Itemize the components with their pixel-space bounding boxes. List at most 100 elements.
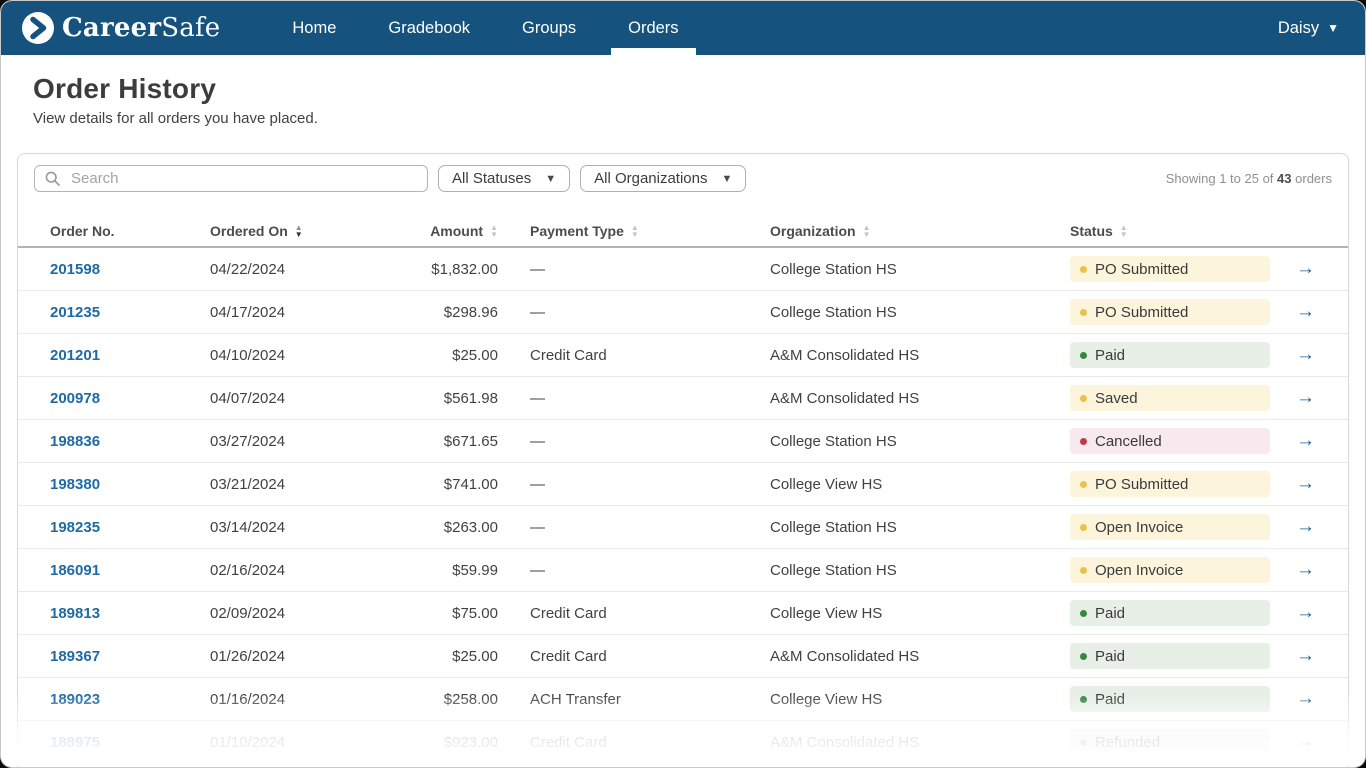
status-badge: Open Invoice [1070, 514, 1270, 540]
payment-type-cell: — [498, 261, 754, 278]
organization-cell: College View HS [754, 476, 1054, 493]
actions-cell: → [1270, 258, 1348, 280]
ordered-on-cell: 04/07/2024 [194, 390, 354, 407]
amount-cell: $258.00 [354, 691, 498, 708]
status-cell: PO Submitted [1054, 471, 1270, 497]
column-label: Amount [430, 223, 483, 239]
order-number-link[interactable]: 189813 [50, 605, 100, 622]
status-badge: Paid [1070, 643, 1270, 669]
view-order-arrow-icon[interactable]: → [1296, 258, 1315, 279]
status-filter-dropdown[interactable]: All Statuses ▼ [438, 165, 570, 192]
column-header-ordered-on[interactable]: Ordered On▲▼ [194, 223, 354, 239]
app-window: CareerSafe HomeGradebookGroupsOrders Dai… [0, 0, 1366, 768]
status-badge: PO Submitted [1070, 256, 1270, 282]
search-input[interactable] [34, 165, 428, 192]
organization-filter-dropdown[interactable]: All Organizations ▼ [580, 165, 746, 192]
status-dot-icon [1080, 438, 1087, 445]
actions-cell: → [1270, 516, 1348, 538]
column-header-organization[interactable]: Organization▲▼ [754, 223, 1054, 239]
status-dot-icon [1080, 395, 1087, 402]
view-order-arrow-icon[interactable]: → [1296, 344, 1315, 365]
results-total: 43 [1277, 171, 1291, 186]
table-row: 18981302/09/2024$75.00Credit CardCollege… [18, 592, 1348, 635]
status-badge: Refunded [1070, 729, 1270, 755]
column-header-status[interactable]: Status▲▼ [1054, 223, 1270, 239]
actions-cell: → [1270, 731, 1348, 753]
nav-item-gradebook[interactable]: Gradebook [362, 1, 496, 55]
ordered-on-cell: 02/16/2024 [194, 562, 354, 579]
view-order-arrow-icon[interactable]: → [1296, 387, 1315, 408]
status-label: Refunded [1095, 734, 1160, 751]
organization-cell: A&M Consolidated HS [754, 390, 1054, 407]
column-header-amount[interactable]: Amount▲▼ [354, 223, 498, 239]
order-number-link[interactable]: 201598 [50, 261, 100, 278]
ordered-on-cell: 03/21/2024 [194, 476, 354, 493]
view-order-arrow-icon[interactable]: → [1296, 602, 1315, 623]
order-no-cell: 198836 [34, 433, 194, 450]
view-order-arrow-icon[interactable]: → [1296, 731, 1315, 752]
table-row: 20097804/07/2024$561.98—A&M Consolidated… [18, 377, 1348, 420]
view-order-arrow-icon[interactable]: → [1296, 516, 1315, 537]
ordered-on-cell: 01/16/2024 [194, 691, 354, 708]
status-badge: Open Invoice [1070, 557, 1270, 583]
view-order-arrow-icon[interactable]: → [1296, 688, 1315, 709]
nav-item-home[interactable]: Home [266, 1, 362, 55]
orders-table: Order No.Ordered On▲▼Amount▲▼Payment Typ… [18, 216, 1348, 764]
ordered-on-cell: 04/10/2024 [194, 347, 354, 364]
table-row: 20120104/10/2024$25.00Credit CardA&M Con… [18, 334, 1348, 377]
view-order-arrow-icon[interactable]: → [1296, 301, 1315, 322]
organization-cell: College Station HS [754, 519, 1054, 536]
ordered-on-cell: 03/14/2024 [194, 519, 354, 536]
nav-item-groups[interactable]: Groups [496, 1, 602, 55]
status-dot-icon [1080, 696, 1087, 703]
table-row: 19838003/21/2024$741.00—College View HSP… [18, 463, 1348, 506]
order-number-link[interactable]: 189023 [50, 691, 100, 708]
table-row: 18609102/16/2024$59.99—College Station H… [18, 549, 1348, 592]
order-number-link[interactable]: 186091 [50, 562, 100, 579]
amount-cell: $25.00 [354, 648, 498, 665]
view-order-arrow-icon[interactable]: → [1296, 559, 1315, 580]
amount-cell: $923.00 [354, 734, 498, 751]
order-no-cell: 189813 [34, 605, 194, 622]
chevron-down-icon: ▼ [545, 173, 556, 185]
column-header-payment-type[interactable]: Payment Type▲▼ [498, 223, 754, 239]
status-dot-icon [1080, 653, 1087, 660]
organization-filter-value: All Organizations [594, 170, 707, 187]
status-cell: Paid [1054, 686, 1270, 712]
status-dot-icon [1080, 524, 1087, 531]
order-number-link[interactable]: 201201 [50, 347, 100, 364]
status-cell: PO Submitted [1054, 299, 1270, 325]
payment-type-cell: — [498, 433, 754, 450]
payment-type-cell: — [498, 519, 754, 536]
status-label: Cancelled [1095, 433, 1162, 450]
nav-item-orders[interactable]: Orders [602, 1, 704, 55]
order-number-link[interactable]: 189367 [50, 648, 100, 665]
status-badge: Paid [1070, 342, 1270, 368]
amount-cell: $263.00 [354, 519, 498, 536]
order-number-link[interactable]: 198235 [50, 519, 100, 536]
amount-cell: $671.65 [354, 433, 498, 450]
user-menu-button[interactable]: Daisy ▼ [1278, 19, 1365, 38]
view-order-arrow-icon[interactable]: → [1296, 645, 1315, 666]
brand-name: CareerSafe [62, 13, 220, 43]
order-number-link[interactable]: 200978 [50, 390, 100, 407]
table-header-row: Order No.Ordered On▲▼Amount▲▼Payment Typ… [18, 216, 1348, 248]
order-no-cell: 188975 [34, 734, 194, 751]
payment-type-cell: Credit Card [498, 734, 754, 751]
order-number-link[interactable]: 198380 [50, 476, 100, 493]
orders-card: All Statuses ▼ All Organizations ▼ Showi… [17, 153, 1349, 768]
amount-cell: $75.00 [354, 605, 498, 622]
careersafe-logo[interactable]: CareerSafe [21, 11, 220, 45]
table-row: 19883603/27/2024$671.65—College Station … [18, 420, 1348, 463]
order-number-link[interactable]: 201235 [50, 304, 100, 321]
order-number-link[interactable]: 198836 [50, 433, 100, 450]
filter-bar: All Statuses ▼ All Organizations ▼ Showi… [18, 154, 1348, 192]
order-number-link[interactable]: 188975 [50, 734, 100, 751]
view-order-arrow-icon[interactable]: → [1296, 473, 1315, 494]
actions-cell: → [1270, 430, 1348, 452]
main-nav: HomeGradebookGroupsOrders [266, 1, 704, 55]
order-no-cell: 201201 [34, 347, 194, 364]
organization-cell: College Station HS [754, 261, 1054, 278]
actions-cell: → [1270, 688, 1348, 710]
view-order-arrow-icon[interactable]: → [1296, 430, 1315, 451]
